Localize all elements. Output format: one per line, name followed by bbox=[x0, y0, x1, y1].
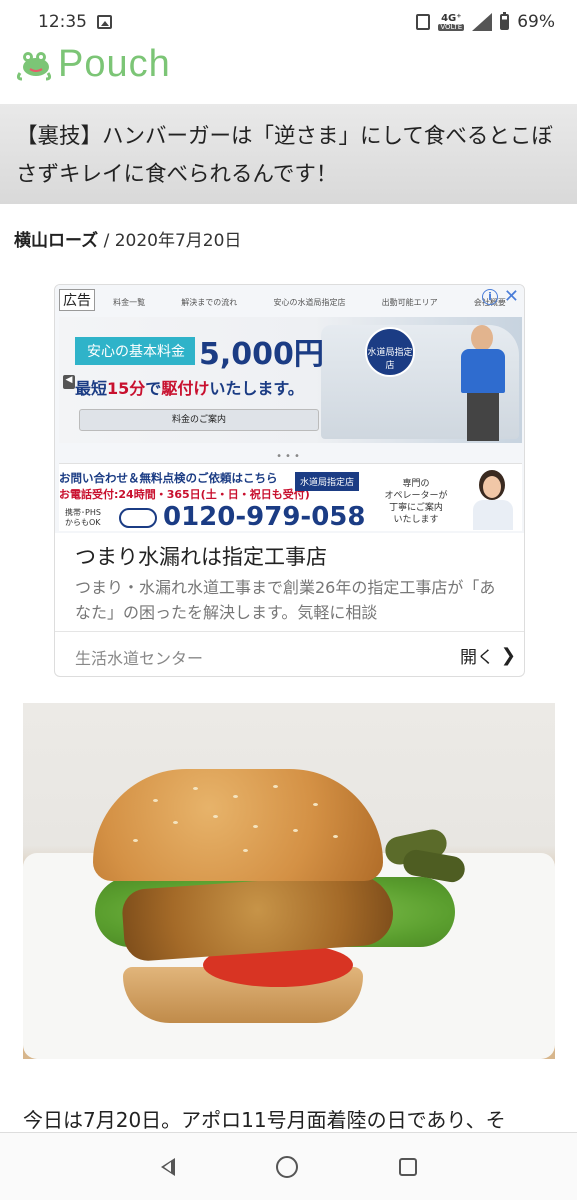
volte-label: VOLTE bbox=[438, 22, 465, 31]
article-title: 【裏技】ハンバーガーは「逆さま」にして食べるとこぼさずキレイに食べられるんです！ bbox=[16, 124, 553, 187]
ad-description: つまり・水漏れ水道工事まで創業26年の指定工事店が「あなた」の困ったを解決します… bbox=[75, 578, 496, 622]
basic-fee-price: 5,000円 bbox=[199, 337, 324, 372]
technician-image bbox=[455, 325, 511, 441]
frog-logo-icon bbox=[16, 52, 52, 81]
technician-head bbox=[471, 325, 493, 351]
carousel-prev-icon[interactable]: ◀ bbox=[63, 375, 75, 389]
ad-banner-image[interactable]: 料金一覧 解決までの流れ 安心の水道局指定店 出動可能エリア 会社概要 広告 i… bbox=[55, 285, 524, 533]
recents-icon[interactable] bbox=[398, 1157, 417, 1176]
ad-nav-item: 解決までの流れ bbox=[181, 297, 238, 307]
operator-image bbox=[465, 466, 519, 530]
basic-fee-label: 安心の基本料金 bbox=[75, 337, 195, 365]
contact-line-1: お問い合わせ＆無料点検のご依頼はこちら bbox=[59, 471, 278, 485]
ad-banner-nav: 料金一覧 解決までの流れ 安心の水道局指定店 出動可能エリア 会社概要 bbox=[55, 291, 524, 313]
chevron-right-icon[interactable]: ❯ bbox=[501, 645, 516, 666]
carousel-dots: ••• bbox=[276, 451, 303, 462]
ad-advertiser: 生活水道センター bbox=[75, 649, 204, 668]
home-icon[interactable] bbox=[275, 1155, 298, 1178]
publish-date: 2020年7月20日 bbox=[114, 231, 242, 251]
status-bar: 12:35 4G⁺ VOLTE 69% bbox=[0, 0, 577, 44]
contact-line-2: お電話受付:24時間・365日(土・日・祝日も受付) bbox=[59, 488, 310, 501]
status-right: 4G⁺ VOLTE 69% bbox=[416, 12, 555, 32]
technician-body bbox=[461, 349, 505, 393]
ad-nav-item: 出動可能エリア bbox=[381, 297, 438, 307]
byline-separator: / bbox=[103, 231, 110, 251]
ad-badge: 広告 bbox=[59, 289, 95, 311]
byline: 横山ローズ / 2020年7月20日 bbox=[14, 226, 241, 251]
advertisement[interactable]: 料金一覧 解決までの流れ 安心の水道局指定店 出動可能エリア 会社概要 広告 i… bbox=[54, 284, 525, 677]
ad-nav-item: 安心の水道局指定店 bbox=[273, 297, 346, 307]
arrival-time-text: 最短15分で駆付けいたします。 bbox=[75, 375, 304, 399]
arrival-prefix: 最短 bbox=[75, 379, 108, 398]
bubble-line: いたします bbox=[393, 515, 439, 525]
battery-percent: 69% bbox=[517, 12, 555, 32]
mobile-note-2: からもOK bbox=[65, 518, 101, 527]
article-title-box: 【裏技】ハンバーガーは「逆さま」にして食べるとこぼさずキレイに食べられるんです！ bbox=[0, 104, 577, 204]
battery-icon bbox=[500, 12, 510, 30]
status-left: 12:35 bbox=[38, 12, 112, 32]
operator-bubble: 専門の オペレーターが 丁寧にご案内 いたします bbox=[371, 472, 461, 528]
ad-info-icon[interactable]: i bbox=[482, 289, 498, 305]
bubble-line: オペレーターが bbox=[384, 491, 448, 501]
arrival-highlight: 駆付け bbox=[161, 379, 210, 398]
certified-shop-badge: 水道局指定店 bbox=[365, 327, 415, 377]
fee-info-label: 料金のご案内 bbox=[171, 415, 226, 425]
site-logo[interactable]: Pouch bbox=[14, 40, 171, 88]
fee-info-button[interactable]: 料金のご案内 bbox=[79, 409, 319, 431]
network-icon: 4G⁺ VOLTE bbox=[438, 12, 465, 31]
ad-close-icon[interactable]: ✕ bbox=[504, 286, 519, 307]
gallery-notification-icon bbox=[97, 15, 112, 29]
ad-headline[interactable]: つまり水漏れは指定工事店 bbox=[75, 541, 327, 571]
contact-phone: 0120-979-058 bbox=[163, 502, 366, 532]
vibrate-icon bbox=[416, 14, 431, 30]
ad-footer[interactable]: 生活水道センター 開く ❯ bbox=[55, 631, 524, 676]
arrival-minutes: 15分 bbox=[107, 379, 146, 398]
operator-body bbox=[473, 500, 513, 530]
ad-contact-strip: お問い合わせ＆無料点検のご依頼はこちら お電話受付:24時間・365日(土・日・… bbox=[59, 463, 522, 532]
article-photo-hamburger bbox=[23, 703, 555, 1059]
bubble-line: 丁寧にご案内 bbox=[389, 503, 443, 513]
logo-text: Pouch bbox=[58, 42, 171, 85]
status-time: 12:35 bbox=[38, 12, 87, 32]
free-dial-icon bbox=[119, 508, 157, 528]
operator-face bbox=[483, 476, 501, 498]
ad-hero: ◀ 安心の基本料金 5,000円 最短15分で駆付けいたします。 料金のご案内 … bbox=[59, 317, 522, 443]
contact-tag: 水道局指定店 bbox=[295, 472, 360, 491]
network-type: 4G⁺ bbox=[441, 12, 462, 24]
author-link[interactable]: 横山ローズ bbox=[14, 231, 98, 251]
back-icon[interactable] bbox=[160, 1157, 175, 1176]
photo-bun-top bbox=[93, 769, 383, 881]
bubble-line: 専門の bbox=[402, 479, 430, 489]
ad-open-button[interactable]: 開く bbox=[460, 643, 494, 668]
signal-icon bbox=[472, 13, 493, 31]
arrival-suffix: いたします。 bbox=[209, 379, 304, 398]
article-body-text: 今日は7月20日。アポロ11号月面着陸の日であり、そ bbox=[23, 1108, 506, 1132]
mobile-ok-note: 携帯･PHS からもOK bbox=[65, 508, 101, 528]
system-nav-bar bbox=[0, 1132, 577, 1200]
ad-nav-item: 料金一覧 bbox=[113, 297, 146, 307]
technician-legs bbox=[467, 393, 499, 441]
arrival-mid: で bbox=[145, 379, 162, 398]
mobile-note-1: 携帯･PHS bbox=[65, 508, 101, 517]
